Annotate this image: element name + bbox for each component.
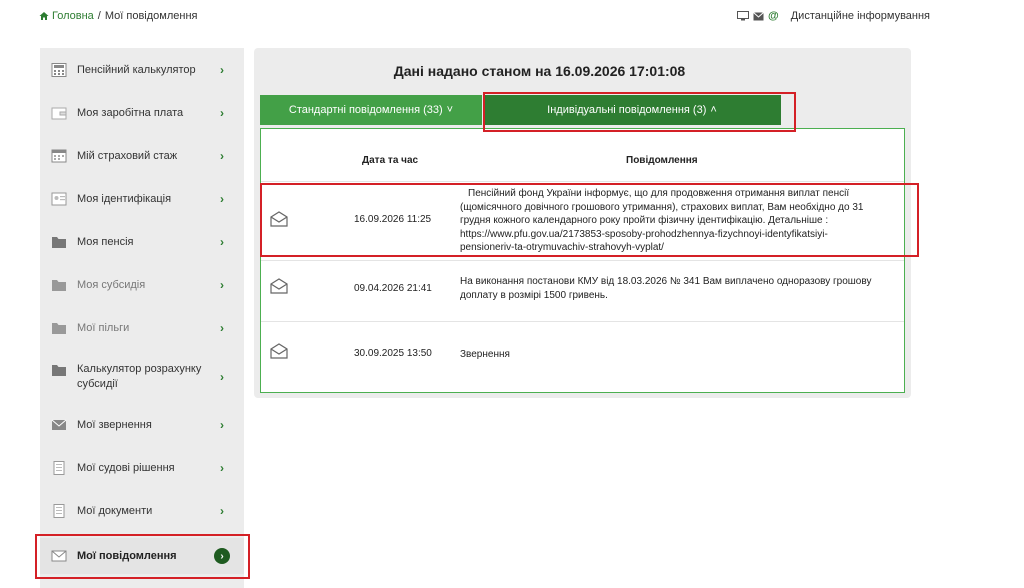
chevron-down-icon: ˅ [446, 104, 454, 116]
wallet-icon [51, 107, 67, 120]
breadcrumb-current: Мої повідомлення [104, 10, 198, 22]
breadcrumb-home-link[interactable]: Головна [39, 10, 94, 22]
home-icon [39, 12, 49, 20]
sidebar-item-subsidy[interactable]: Моя субсидія › [40, 271, 244, 299]
mail-icon [51, 550, 67, 562]
header-message: Повідомлення [626, 155, 698, 166]
row-divider [261, 181, 904, 182]
at-sign-icon: @ [768, 10, 779, 22]
sidebar-item-label: Пенсійний калькулятор [77, 63, 196, 76]
sidebar-item-salary[interactable]: Моя заробітна плата › [40, 99, 244, 127]
top-bar: Головна / Мої повідомлення @ Дистанційне… [0, 0, 1024, 34]
document-icon [53, 461, 65, 475]
table-row[interactable]: 30.09.2025 13:50 Звернення [261, 322, 904, 382]
chevron-up-icon: ˄ [710, 104, 717, 116]
sidebar-item-pension[interactable]: Моя пенсія › [40, 228, 244, 256]
main-panel: Дані надано станом на 16.09.2026 17:01:0… [254, 48, 911, 398]
sidebar-item-appeals[interactable]: Мої звернення › [40, 411, 244, 439]
sidebar: Пенсійний калькулятор › Моя заробітна пл… [40, 48, 244, 588]
chevron-right-icon: › [220, 192, 224, 206]
document-icon [53, 504, 65, 518]
tab-label: Стандартні повідомлення (33) [288, 104, 443, 116]
sidebar-item-label: Калькулятор розрахунку субсидії [77, 363, 202, 390]
tab-label: Індивідуальні повідомлення (3) [547, 104, 707, 116]
breadcrumb-home-label: Головна [52, 10, 94, 22]
calendar-icon [51, 149, 67, 163]
sidebar-item-benefits[interactable]: Мої пільги › [40, 314, 244, 342]
envelope-icon [753, 11, 764, 20]
chevron-right-icon: › [220, 418, 224, 432]
sidebar-item-label: Мої судові рішення [77, 461, 175, 474]
sidebar-item-messages[interactable]: Мої повідомлення › [40, 538, 244, 574]
message-text: Пенсійний фонд України інформує, що для … [460, 188, 864, 253]
chevron-right-circle-icon: › [214, 548, 230, 564]
envelope-open-icon [270, 211, 288, 227]
folder-icon [52, 237, 66, 248]
chevron-right-icon: › [220, 235, 224, 249]
envelope-open-icon [270, 278, 288, 294]
sidebar-item-label: Мої звернення [77, 418, 152, 431]
table-row[interactable]: 16.09.2026 11:25 Пенсійний фонд України … [261, 185, 904, 259]
sidebar-item-label: Мої документи [77, 504, 153, 517]
sidebar-item-label: Моя пенсія [77, 235, 134, 248]
monitor-icon [737, 11, 749, 21]
chevron-right-icon: › [220, 278, 224, 292]
breadcrumb: Головна / Мої повідомлення [39, 10, 197, 22]
sidebar-item-identification[interactable]: Моя ідентифікація › [40, 185, 244, 213]
chevron-right-icon: › [220, 106, 224, 120]
sidebar-item-label: Мої пільги [77, 321, 130, 334]
remote-info-label: Дистанційне інформування [790, 10, 931, 22]
chevron-right-icon: › [220, 370, 224, 384]
id-card-icon [51, 192, 67, 206]
folder-icon [52, 280, 66, 291]
chevron-right-icon: › [220, 149, 224, 163]
mail-icon [51, 419, 67, 430]
message-datetime: 09.04.2026 21:41 [354, 283, 432, 294]
sidebar-item-label: Мій страховий стаж [77, 149, 178, 162]
folder-icon [52, 365, 66, 376]
calculator-icon [51, 63, 67, 77]
chevron-right-icon: › [220, 504, 224, 518]
sidebar-item-label: Моя ідентифікація [77, 192, 172, 205]
remote-info-link[interactable]: @ Дистанційне інформування [737, 10, 930, 22]
sidebar-item-documents[interactable]: Мої документи › [40, 497, 244, 525]
sidebar-item-subsidy-calculator[interactable]: Калькулятор розрахунку субсидії › [40, 357, 244, 397]
page-title: Дані надано станом на 16.09.2026 17:01:0… [393, 63, 686, 79]
folder-icon [52, 323, 66, 334]
message-datetime: 16.09.2026 11:25 [354, 214, 432, 225]
tab-individual-messages[interactable]: Індивідуальні повідомлення (3) ˄ [483, 95, 781, 125]
envelope-open-icon [270, 343, 288, 359]
message-text: Звернення [460, 349, 510, 360]
chevron-right-icon: › [220, 461, 224, 475]
sidebar-item-insurance-record[interactable]: Мій страховий стаж › [40, 142, 244, 170]
sidebar-item-pension-calculator[interactable]: Пенсійний калькулятор › [40, 56, 244, 84]
breadcrumb-separator: / [97, 10, 101, 22]
tab-standard-messages[interactable]: Стандартні повідомлення (33) ˅ [260, 95, 482, 125]
sidebar-item-label: Моя субсидія [77, 278, 146, 291]
header-datetime: Дата та час [362, 155, 419, 166]
chevron-right-icon: › [220, 63, 224, 77]
chevron-right-icon: › [220, 321, 224, 335]
sidebar-item-label: Мої повідомлення [77, 549, 177, 562]
sidebar-item-court-decisions[interactable]: Мої судові рішення › [40, 454, 244, 482]
messages-table: Дата та час Повідомлення 16.09.2026 11:2… [260, 128, 905, 393]
message-datetime: 30.09.2025 13:50 [354, 348, 432, 359]
table-row[interactable]: 09.04.2026 21:41 На виконання постанови … [261, 261, 904, 321]
sidebar-item-label: Моя заробітна плата [77, 106, 184, 119]
message-text: На виконання постанови КМУ від 18.03.202… [460, 276, 872, 301]
